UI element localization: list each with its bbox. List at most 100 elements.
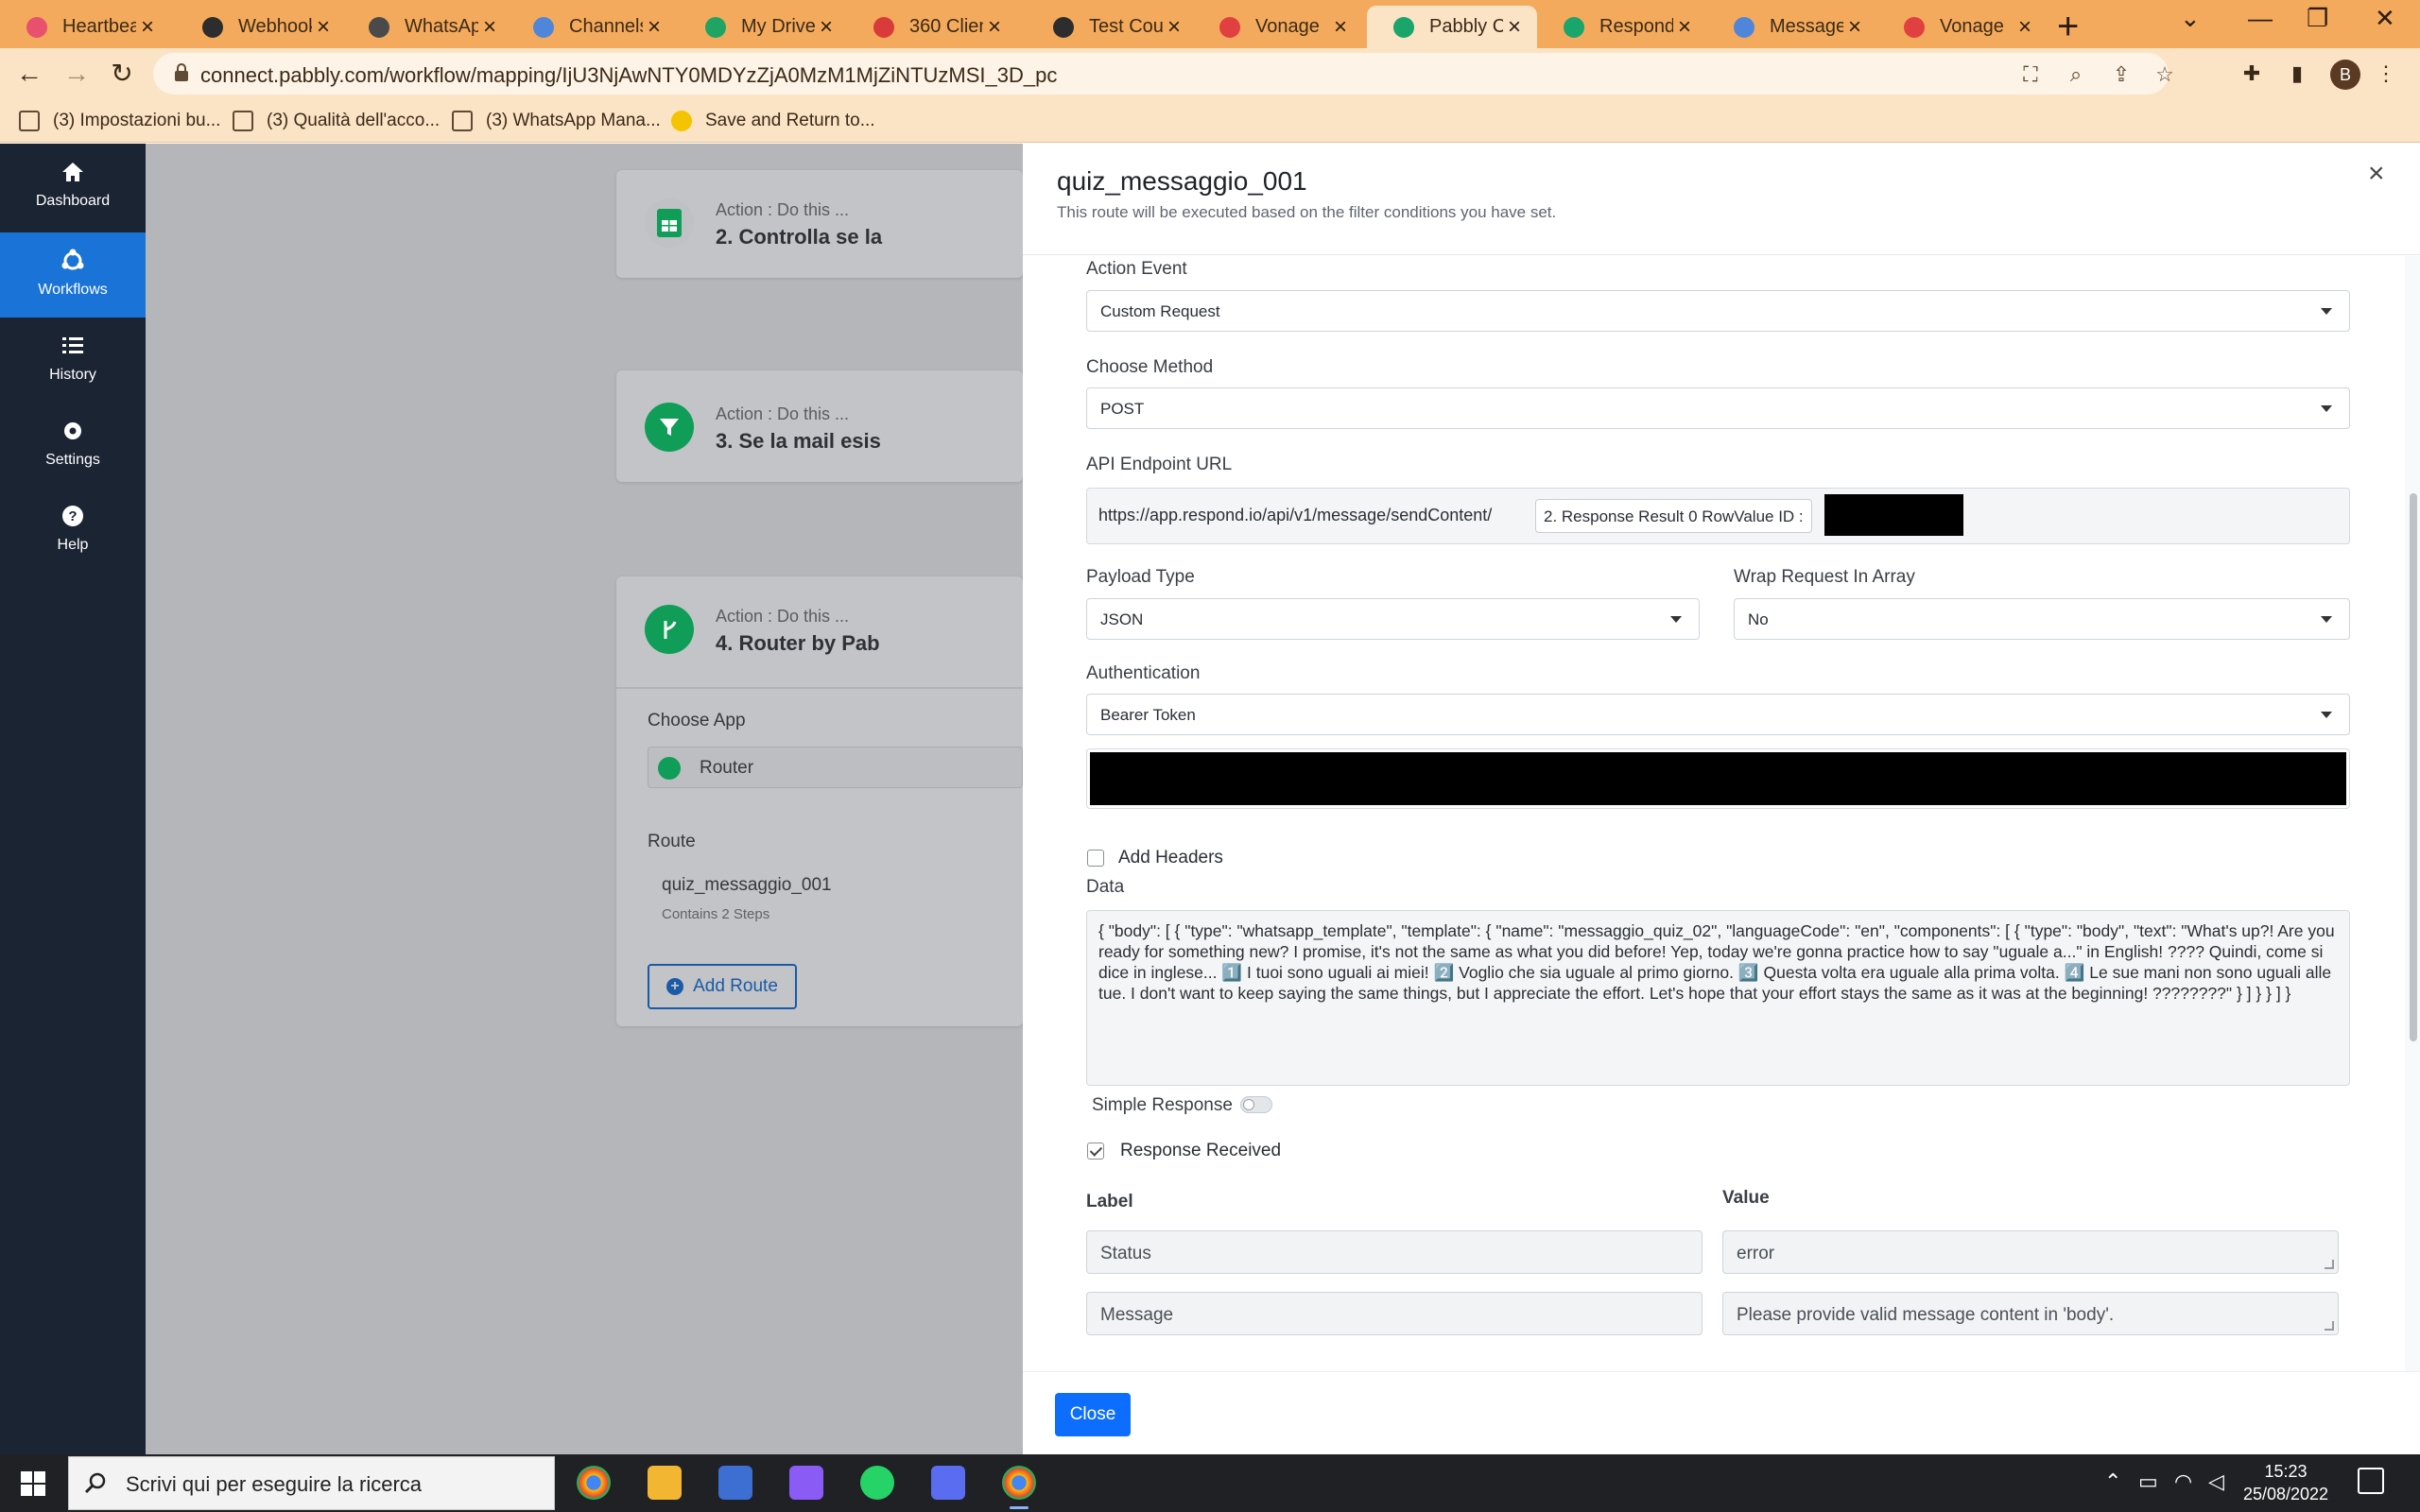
new-tab-button[interactable]: + [2057,8,2079,45]
bookmark-item[interactable]: (3) Qualità dell'acco... [233,109,440,133]
payload-type-select[interactable]: JSON [1086,598,1700,640]
volume-icon[interactable]: ◁ [2208,1469,2224,1494]
add-headers-checkbox[interactable] [1087,850,1104,867]
address-bar[interactable]: connect.pabbly.com/workflow/mapping/IjU3… [153,53,2174,94]
whatsapp-icon[interactable] [860,1466,894,1500]
bookmark-item[interactable]: Save and Return to... [671,109,875,133]
tab-favicon-icon [1564,16,1584,38]
browser-tab[interactable]: Test Cours× [1027,6,1197,48]
action-event-select[interactable]: Custom Request [1086,290,2350,332]
translate-icon[interactable]: ⛶ [2017,62,2044,87]
response-label-header: Label [1086,1192,1133,1211]
restore-button[interactable]: ❐ [2307,4,2328,33]
battery-icon[interactable]: ▭ [2138,1469,2158,1494]
close-icon[interactable]: × [2368,158,2385,190]
address-url[interactable]: connect.pabbly.com/workflow/mapping/IjU3… [200,63,1057,88]
resize-grip-icon[interactable] [2325,1260,2334,1269]
route-item-name[interactable]: quiz_messaggio_001 [662,875,832,896]
wifi-icon[interactable]: ◠ [2174,1469,2192,1494]
tab-close-icon[interactable]: × [815,14,838,41]
taskbar-clock[interactable]: 15:23 25/08/2022 [2238,1460,2333,1505]
browser-tab[interactable]: Message T× [1707,6,1877,48]
bookmark-label: Save and Return to... [705,111,875,130]
chrome-menu-icon[interactable]: ⋮ [2373,61,2399,86]
app-icon[interactable] [718,1466,752,1500]
browser-tab[interactable]: Respond.i× [1537,6,1707,48]
tab-close-icon[interactable]: × [312,14,335,41]
add-route-button[interactable]: + Add Route [648,964,797,1009]
response-received-collapse-checkbox[interactable] [1087,1143,1104,1160]
close-window-button[interactable]: ✕ [2375,4,2395,33]
close-button[interactable]: Close [1055,1393,1131,1436]
tab-close-icon[interactable]: × [1843,14,1866,41]
browser-tab[interactable]: My Drive × [679,6,849,48]
tab-title: Channels [569,16,643,37]
endpoint-url-field[interactable]: https://app.respond.io/api/v1/message/se… [1086,488,2350,544]
sidebar-item-history[interactable]: History [0,318,146,403]
tab-close-icon[interactable]: × [2014,14,2036,41]
payload-type-label: Payload Type [1086,567,1195,587]
back-button[interactable]: ← [13,58,45,90]
minimize-button[interactable]: — [2248,4,2273,33]
tab-close-icon[interactable]: × [478,14,501,41]
bookmark-item[interactable]: (3) Impostazioni bu... [19,109,220,133]
tab-close-icon[interactable]: × [136,14,159,41]
tab-close-icon[interactable]: × [643,14,666,41]
tab-close-icon[interactable]: × [1329,14,1352,41]
profile-avatar[interactable]: B [2330,60,2360,90]
panel-scrollbar-thumb[interactable] [2410,493,2417,1041]
bookmark-favicon-icon [233,111,253,131]
tab-close-icon[interactable]: × [1673,14,1696,41]
sidebar-item-help[interactable]: ? Help [0,488,146,573]
windows-start-icon[interactable] [21,1471,45,1496]
data-textarea[interactable]: { "body": [ { "type": "whatsapp_template… [1086,910,2350,1086]
side-panel-icon[interactable]: ▮ [2284,61,2310,86]
tab-close-icon[interactable]: × [1163,14,1185,41]
response-value-field[interactable]: error [1722,1230,2339,1274]
extensions-puzzle-icon[interactable]: ✚ [2238,61,2265,86]
workflow-step-card[interactable]: Action : Do this ... 2. Controlla se la [616,170,1023,278]
file-explorer-icon[interactable] [648,1466,682,1500]
notification-center-icon[interactable] [2358,1468,2384,1494]
bookmark-item[interactable]: (3) WhatsApp Mana... [452,109,661,133]
browser-tab[interactable]: Webhooks× [176,6,346,48]
share-icon[interactable]: ⇪ [2108,62,2135,87]
browser-tab[interactable]: Heartbeat× [0,6,170,48]
sidebar-item-workflows[interactable]: Workflows [0,232,146,318]
wrap-request-select[interactable]: No [1734,598,2350,640]
reload-button[interactable]: ↻ [106,58,138,90]
sidebar-item-settings[interactable]: Settings [0,403,146,488]
browser-tab[interactable]: Pabbly Co× [1367,6,1537,48]
tray-chevron-up-icon[interactable]: ⌃ [2104,1469,2121,1494]
step-subtitle: Action : Do this ... [716,200,850,219]
response-value-field[interactable]: Please provide valid message content in … [1722,1292,2339,1335]
chrome-profile-app-icon[interactable] [1002,1466,1036,1509]
sidebar-item-dashboard[interactable]: Dashboard [0,144,146,229]
browser-tab[interactable]: WhatsApp× [342,6,512,48]
browser-tab[interactable]: Vonage × [1193,6,1363,48]
tab-close-icon[interactable]: × [983,14,1006,41]
app-icon[interactable] [931,1466,965,1500]
browser-tab[interactable]: Vonage × [1877,6,2048,48]
tab-close-icon[interactable]: × [1503,14,1526,41]
redacted-block [1824,494,1963,536]
simple-response-toggle[interactable] [1240,1096,1272,1113]
browser-tab[interactable]: 360 Client× [847,6,1017,48]
forward-button[interactable]: → [60,58,93,90]
router-step-card[interactable]: Action : Do this ... 4. Router by Pab Ch… [616,576,1023,1026]
zoom-icon[interactable]: ⌕ [2063,62,2089,87]
mapped-field-chip[interactable]: 2. Response Result 0 RowValue ID : [1535,499,1812,533]
tab-search-chevron-icon[interactable]: ⌄ [2180,4,2201,33]
resize-grip-icon[interactable] [2325,1321,2334,1331]
chrome-app-icon[interactable] [577,1466,611,1500]
taskbar-search-box[interactable]: Scrivi qui per eseguire la ricerca [68,1456,555,1510]
authentication-select[interactable]: Bearer Token [1086,694,2350,735]
method-select[interactable]: POST [1086,387,2350,429]
bookmark-star-icon[interactable]: ☆ [2152,62,2178,87]
workflow-step-card[interactable]: Action : Do this ... 3. Se la mail esis [616,370,1023,482]
bearer-token-field[interactable] [1086,748,2350,809]
browser-tab[interactable]: Channels × [507,6,677,48]
payload-type-value: JSON [1100,610,1144,628]
choose-app-select[interactable]: Router [648,747,1023,788]
figma-icon[interactable] [789,1466,823,1500]
